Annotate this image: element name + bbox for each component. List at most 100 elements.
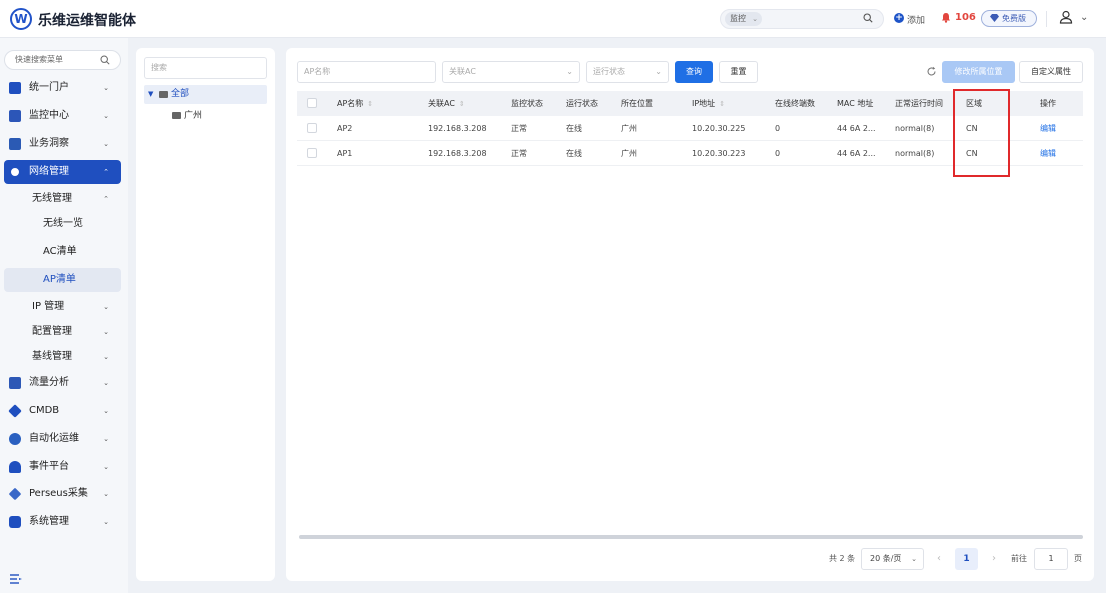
search-icon[interactable] — [863, 13, 873, 23]
row-checkbox[interactable] — [307, 123, 317, 133]
sidebar: 快速搜索菜单 统一门户 ⌄ 监控中心 ⌄ 业务洞察 ⌄ 网络管理 ⌃ 无线管理 … — [0, 38, 128, 593]
status-select[interactable]: 运行状态 ⌄ — [586, 61, 669, 83]
plus-icon: + — [894, 13, 904, 23]
column-header: 监控状态 — [511, 99, 543, 108]
sidebar-item-perseus[interactable]: Perseus采集 ⌄ — [4, 482, 121, 506]
pagination-total: 共 2 条 — [829, 554, 856, 563]
modify-location-button[interactable]: 修改所属位置 — [942, 61, 1015, 83]
table-cell: 正常 — [511, 124, 527, 133]
table-cell: 10.20.30.223 — [692, 149, 746, 158]
reset-button[interactable]: 重置 — [719, 61, 758, 83]
user-icon[interactable] — [1059, 10, 1073, 24]
chevron-down-icon: ⌄ — [103, 518, 109, 526]
sidebar-item-insight[interactable]: 业务洞察 ⌄ — [4, 132, 121, 156]
sidebar-subitem-label: 基线管理 — [32, 351, 72, 362]
column-header[interactable]: AP名称 ⇕ — [337, 91, 373, 117]
bell-icon — [9, 461, 21, 473]
menu-search-placeholder: 快速搜索菜单 — [15, 55, 63, 64]
folder-icon — [159, 91, 168, 98]
goto-label: 前往 — [1011, 554, 1027, 563]
column-header: 运行状态 — [566, 99, 598, 108]
alert-count[interactable]: 106 — [955, 12, 976, 23]
column-header: 所在位置 — [621, 99, 653, 108]
chevron-down-icon: ⌄ — [103, 435, 109, 443]
chevron-down-icon: ⌄ — [103, 407, 109, 415]
search-scope-label: 监控 — [730, 14, 746, 23]
tree-node-all[interactable]: ▼ 全部 — [144, 85, 267, 104]
menu-search-input[interactable]: 快速搜索菜单 — [4, 50, 121, 70]
sidebar-subitem-baseline[interactable]: 基线管理 ⌄ — [4, 345, 121, 369]
chevron-down-icon: ⌄ — [103, 112, 109, 120]
sidebar-item-label: 业务洞察 — [29, 138, 69, 149]
column-header[interactable]: 关联AC ⇕ — [428, 91, 465, 117]
location-tree-panel: 搜索 ▼ 全部 广州 — [136, 48, 275, 581]
gear-icon — [9, 433, 21, 445]
sidebar-subitem-wireless[interactable]: 无线管理 ⌃ — [4, 187, 121, 211]
column-header: 在线终端数 — [775, 99, 815, 108]
table-cell: 0 — [775, 124, 781, 133]
top-header: W 乐维运维智能体 监控 ⌄ + 添加 106 免费版 ⌄ — [0, 0, 1106, 38]
app-logo[interactable]: W — [10, 8, 32, 30]
sidebar-item-label: Perseus采集 — [29, 488, 88, 499]
column-header[interactable]: IP地址 ⇕ — [692, 91, 725, 117]
globe-icon — [9, 166, 21, 178]
bell-icon[interactable] — [941, 12, 951, 23]
horizontal-scrollbar[interactable] — [299, 535, 1083, 539]
sidebar-subitem-ip[interactable]: IP 管理 ⌄ — [4, 295, 121, 319]
tree-search-input[interactable]: 搜索 — [144, 57, 267, 79]
sidebar-item-automation[interactable]: 自动化运维 ⌄ — [4, 427, 121, 451]
sidebar-leaf-ap-list[interactable]: AP清单 — [4, 268, 121, 292]
refresh-icon[interactable] — [926, 66, 937, 77]
add-label: 添加 — [907, 16, 926, 26]
prev-page-button[interactable]: ‹ — [932, 548, 946, 570]
sidebar-item-monitor[interactable]: 监控中心 ⌄ — [4, 104, 121, 128]
sidebar-item-events[interactable]: 事件平台 ⌄ — [4, 455, 121, 479]
select-all-checkbox[interactable] — [307, 98, 317, 108]
add-button[interactable]: + 添加 — [894, 13, 925, 26]
insight-icon — [9, 138, 21, 150]
sidebar-item-label: 统一门户 — [29, 82, 69, 93]
sort-icon: ⇕ — [719, 100, 726, 108]
global-search[interactable]: 监控 ⌄ — [720, 9, 884, 29]
next-page-button[interactable]: › — [987, 548, 1001, 570]
page-size-select[interactable]: 20 条/页 ⌄ — [861, 548, 924, 570]
sidebar-leaf-ac-list[interactable]: AC清单 — [4, 240, 121, 264]
custom-attributes-button[interactable]: 自定义属性 — [1019, 61, 1083, 83]
diamond-icon — [8, 487, 22, 501]
query-button[interactable]: 查询 — [675, 61, 713, 83]
search-scope-select[interactable]: 监控 ⌄ — [725, 12, 762, 26]
sidebar-subitem-label: IP 管理 — [32, 301, 65, 312]
page-number[interactable]: 1 — [955, 548, 978, 570]
sidebar-item-label: 流量分析 — [29, 377, 69, 388]
header-divider — [1046, 11, 1047, 27]
sidebar-item-network[interactable]: 网络管理 ⌃ — [4, 160, 121, 184]
ap-name-placeholder: AP名称 — [304, 67, 331, 76]
sidebar-item-label: 自动化运维 — [29, 433, 79, 444]
settings-icon — [9, 516, 21, 528]
table-cell: 在线 — [566, 124, 582, 133]
sidebar-item-traffic[interactable]: 流量分析 ⌄ — [4, 371, 121, 395]
chevron-down-icon: ⌄ — [103, 463, 109, 471]
row-checkbox[interactable] — [307, 148, 317, 158]
page-unit-label: 页 — [1074, 554, 1082, 563]
edit-link[interactable]: 编辑 — [1040, 116, 1056, 141]
chevron-down-icon: ⌄ — [566, 67, 573, 76]
chevron-down-icon[interactable]: ⌄ — [1080, 12, 1088, 23]
sidebar-item-system[interactable]: 系统管理 ⌄ — [4, 510, 121, 534]
sidebar-item-portal[interactable]: 统一门户 ⌄ — [4, 76, 121, 100]
ap-name-input[interactable]: AP名称 — [297, 61, 436, 83]
sidebar-subitem-config[interactable]: 配置管理 ⌄ — [4, 320, 121, 344]
sidebar-leaf-wireless-overview[interactable]: 无线一览 — [4, 212, 121, 236]
chevron-up-icon: ⌃ — [103, 168, 109, 176]
collapse-sidebar-icon[interactable] — [10, 574, 22, 584]
sidebar-leaf-label: AP清单 — [43, 274, 76, 285]
caret-down-icon[interactable]: ▼ — [148, 85, 153, 104]
sort-icon: ⇕ — [458, 100, 465, 108]
tree-node-label: 全部 — [171, 89, 190, 99]
edit-link[interactable]: 编辑 — [1040, 141, 1056, 166]
chevron-down-icon: ⌄ — [103, 328, 109, 336]
sidebar-item-cmdb[interactable]: CMDB ⌄ — [4, 399, 121, 423]
ac-select[interactable]: 关联AC ⌄ — [442, 61, 580, 83]
goto-page-input[interactable]: 1 — [1034, 548, 1068, 570]
edition-badge[interactable]: 免费版 — [981, 10, 1037, 27]
